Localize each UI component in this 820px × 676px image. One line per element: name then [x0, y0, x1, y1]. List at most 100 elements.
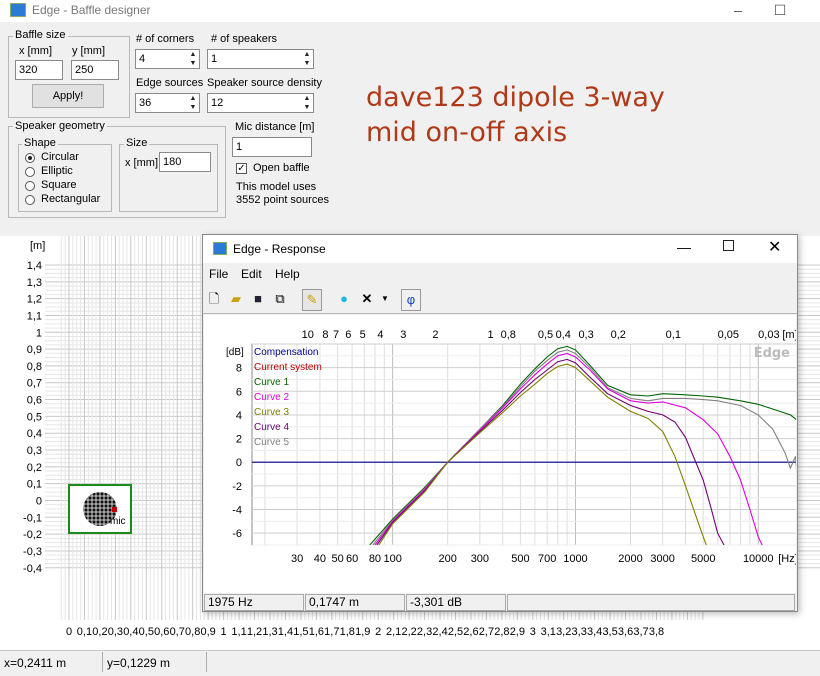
radio-icon[interactable]: [25, 181, 35, 191]
spin-arrows-icon[interactable]: ▲ ▼: [301, 50, 313, 68]
copy-icon[interactable]: ⧉: [270, 289, 290, 311]
corners-spinner[interactable]: 4 ▲ ▼: [135, 49, 200, 69]
y-tick-label: 0: [236, 457, 242, 469]
response-chart: Edge86420-2-4-6[dB]30 40 50 60 80 100 200 300 50…: [226, 329, 796, 565]
legend-entry: Curve 5: [254, 437, 289, 448]
radio-icon[interactable]: [25, 195, 35, 205]
baffle-y-tick: 1: [36, 327, 42, 339]
toolbar-divider: [203, 313, 797, 314]
top-tick-label: 2: [432, 329, 438, 341]
mic-marker-label: mic: [110, 516, 126, 527]
corners-value: 4: [139, 53, 146, 65]
open-baffle-checkbox[interactable]: ✓ Open baffle: [236, 162, 326, 176]
y-tick-label: -4: [232, 505, 242, 517]
baffle-x-tick: 2: [375, 626, 381, 638]
spin-arrows-icon[interactable]: ▲ ▼: [301, 94, 313, 112]
maximize-icon[interactable]: [723, 240, 734, 251]
radio-rectangular[interactable]: Rectangular: [25, 193, 110, 207]
open-baffle-label: Open baffle: [253, 162, 310, 174]
baffle-x-tick: 1,5: [293, 626, 308, 638]
check-icon[interactable]: ✓: [236, 163, 247, 174]
x-tick-label: 100: [383, 553, 401, 565]
baffle-x-tick: 2,3: [417, 626, 432, 638]
baffle-x-tick: 2,2: [401, 626, 416, 638]
baffle-x-tick: 3,6: [618, 626, 633, 638]
top-tick-label: 8: [322, 329, 328, 341]
baffle-x-tick: 0,5: [139, 626, 154, 638]
edge-sources-label: Edge sources: [136, 77, 204, 89]
baffle-x-tick: 1,8: [340, 626, 355, 638]
baffle-x-tick: 1,2: [247, 626, 262, 638]
y-tick-label: 8: [236, 363, 242, 375]
corners-label: # of corners: [136, 33, 195, 45]
radio-label: Square: [41, 179, 77, 191]
x-tick-label: 200: [439, 553, 457, 565]
maximize-button[interactable]: ☐: [760, 0, 800, 22]
top-tick-label: 4: [377, 329, 383, 341]
window-title: Edge - Baffle designer: [32, 3, 151, 17]
edge-sources-spinner[interactable]: 36 ▲ ▼: [135, 93, 200, 113]
baffle-y-input[interactable]: 250: [71, 60, 119, 80]
baffle-x-tick: 0,1: [77, 626, 92, 638]
baffle-y-tick: 0,2: [27, 462, 42, 474]
open-folder-icon[interactable]: ▰: [226, 289, 246, 311]
close-icon[interactable]: ✕: [768, 237, 781, 257]
spin-arrows-icon[interactable]: ▲ ▼: [187, 50, 199, 68]
x-axis-unit: [Hz]: [778, 553, 796, 565]
response-chart-area[interactable]: Edge 8 6 4 2 0 -2 -4 -6 [dB] 30 40 50 60 80 100 200 300 50…: [204, 315, 796, 593]
baffle-x-tick: 3,1: [541, 626, 556, 638]
menu-file[interactable]: File: [209, 267, 228, 281]
model-info-2: 3552 point sources: [236, 194, 329, 206]
top-tick-label: 0,1: [666, 329, 681, 341]
menu-help[interactable]: Help: [275, 267, 300, 281]
speakers-spinner[interactable]: 1 ▲ ▼: [207, 49, 314, 69]
color-icon[interactable]: ●: [334, 289, 354, 311]
shape-label: Shape: [22, 137, 58, 149]
radio-selected-icon[interactable]: [25, 153, 35, 163]
baffle-y-unit: [m]: [30, 240, 46, 252]
baffle-x-tick: 1,7: [324, 626, 339, 638]
radio-elliptic[interactable]: Elliptic: [25, 165, 105, 179]
speaker-density-spinner[interactable]: 12 ▲ ▼: [207, 93, 314, 113]
minimize-icon[interactable]: —: [677, 239, 691, 255]
mic-distance-input[interactable]: 1: [232, 137, 312, 157]
baffle-x-tick: 2,8: [494, 626, 509, 638]
baffle-y-tick: -0,1: [23, 512, 42, 524]
size-x-input[interactable]: 180: [159, 152, 211, 172]
apply-button[interactable]: Apply!: [32, 84, 104, 108]
minimize-button[interactable]: –: [718, 0, 758, 22]
speaker-density-label: Speaker source density: [207, 77, 322, 89]
radio-icon[interactable]: [25, 167, 35, 177]
delete-icon[interactable]: ✕: [357, 289, 377, 311]
new-icon[interactable]: 🗋: [204, 289, 224, 311]
baffle-y-tick: 0,5: [27, 411, 42, 423]
baffle-y-tick: 0,3: [27, 445, 42, 457]
top-tick-label: 3: [400, 329, 406, 341]
baffle-y-tick: 1,2: [27, 294, 42, 306]
radio-square[interactable]: Square: [25, 179, 105, 193]
menu-edit[interactable]: Edit: [241, 267, 262, 281]
radio-label: Circular: [41, 151, 79, 163]
status-x: x=0,2411 m: [4, 656, 67, 670]
spin-arrows-icon[interactable]: ▲ ▼: [187, 94, 199, 112]
baffle-y-tick: 0,9: [27, 344, 42, 356]
baffle-x-tick: 0,2: [92, 626, 107, 638]
baffle-x-input[interactable]: 320: [15, 60, 63, 80]
chevron-down-icon[interactable]: ▼: [375, 289, 395, 311]
legend-entry: Curve 3: [254, 407, 289, 418]
response-window[interactable]: Edge - Response — ✕ File Edit Help 🗋 ▰ ■…: [202, 234, 798, 612]
baffle-x-tick: 1,4: [278, 626, 293, 638]
baffle-x-tick: 2,7: [479, 626, 494, 638]
phase-button[interactable]: φ: [401, 289, 421, 311]
save-icon[interactable]: ■: [248, 289, 268, 311]
annotation-line-1: dave123 dipole 3-way: [366, 82, 665, 113]
speaker-geometry-label: Speaker geometry: [13, 120, 107, 132]
radio-circular[interactable]: Circular: [25, 151, 105, 165]
baffle-outline[interactable]: mic: [68, 484, 132, 534]
pencil-icon[interactable]: ✎: [302, 289, 322, 311]
radio-label: Elliptic: [41, 165, 73, 177]
baffle-x-tick: 0,6: [154, 626, 169, 638]
edge-sources-value: 36: [139, 97, 152, 109]
baffle-x-label: x [mm]: [19, 45, 52, 57]
x-tick-label: 60: [346, 553, 358, 565]
